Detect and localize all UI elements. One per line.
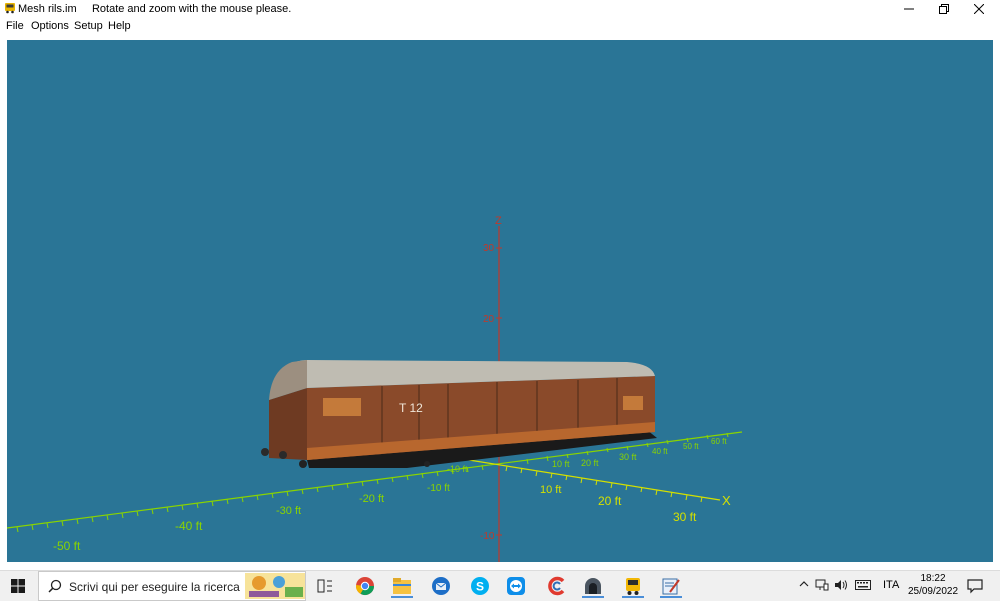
thunderbird-icon — [432, 577, 450, 595]
ccleaner-icon — [548, 576, 565, 596]
volume-icon[interactable] — [834, 579, 848, 591]
grid-tick-label: 50 ft — [683, 442, 699, 451]
z-tick-label: -10 — [480, 531, 495, 542]
minimize-button[interactable] — [892, 0, 926, 18]
clock-time[interactable]: 18:22 — [918, 573, 948, 584]
editor-app-icon — [662, 578, 680, 595]
close-button[interactable] — [962, 0, 996, 18]
x-tick-label: 10 ft — [540, 484, 561, 496]
z-axis-label: Z — [495, 215, 502, 227]
x-tick-label: 20 ft — [598, 494, 622, 508]
taskbar-editor-app[interactable] — [658, 574, 684, 598]
menu-file[interactable]: File — [6, 20, 24, 32]
grid-tick-label: 10 ft — [552, 459, 570, 469]
wagon-buffer — [261, 448, 269, 456]
chevron-up-icon[interactable] — [799, 579, 809, 589]
keyboard-icon[interactable] — [855, 579, 871, 591]
wagon-wheel — [424, 461, 430, 467]
network-icon[interactable] — [815, 579, 829, 591]
svg-text:S: S — [476, 580, 484, 594]
freight-wagon-model[interactable]: T 12 — [261, 360, 657, 468]
notification-icon[interactable] — [967, 578, 983, 594]
wagon-wheel — [299, 460, 307, 468]
3d-viewport[interactable]: Z 30 20 -10 -50 ft -40 ft -30 ft -20 ft … — [7, 40, 993, 562]
window-hint: Rotate and zoom with the mouse please. — [91, 3, 292, 15]
taskbar-bus-app[interactable] — [620, 574, 646, 598]
skype-icon: S — [471, 577, 489, 595]
grid-tick-label: 30 ft — [619, 452, 637, 462]
chrome-icon — [356, 577, 374, 596]
task-view-button[interactable] — [312, 574, 338, 598]
restore-button[interactable] — [927, 0, 961, 18]
grid-tick-label: 20 ft — [581, 458, 599, 468]
active-indicator — [391, 596, 413, 598]
teamviewer-icon — [507, 577, 525, 595]
x-axis-label: X — [722, 493, 731, 508]
wagon-buffer — [279, 451, 287, 459]
menu-help[interactable]: Help — [108, 20, 131, 32]
taskbar-chrome[interactable] — [352, 574, 378, 598]
taskbar-file-explorer[interactable] — [389, 574, 415, 598]
taskbar-thunderbird[interactable] — [428, 574, 454, 598]
taskbar: Scrivi qui per eseguire la ricerca S ITA… — [0, 570, 1000, 601]
bus-app-icon — [626, 578, 640, 595]
clock-date[interactable]: 25/09/2022 — [904, 586, 962, 597]
restore-icon — [939, 4, 949, 14]
active-indicator — [622, 596, 644, 598]
grid-tick-label: 40 ft — [652, 447, 668, 456]
file-explorer-icon — [393, 578, 411, 594]
taskbar-tunnel-app[interactable] — [580, 574, 606, 598]
grid-tick-label: 60 ft — [711, 437, 727, 446]
wagon-marking: T 12 — [399, 401, 423, 415]
wagon-body-end — [269, 388, 307, 460]
search-icon — [48, 579, 62, 593]
y-tick-label: -20 ft — [359, 493, 384, 505]
language-indicator[interactable]: ITA — [883, 579, 899, 591]
title-bar[interactable]: Mesh rils.im Rotate and zoom with the mo… — [0, 0, 1000, 18]
wagon-placard — [323, 398, 361, 416]
x-tick-label: 30 ft — [673, 510, 697, 524]
task-view-icon — [317, 579, 332, 593]
z-tick-label: 30 — [483, 243, 495, 254]
active-indicator — [660, 596, 682, 598]
search-highlight-icon — [245, 573, 305, 599]
minimize-icon — [904, 8, 914, 10]
bus-icon — [5, 3, 15, 14]
wagon-placard — [623, 396, 643, 410]
menu-options[interactable]: Options — [31, 20, 69, 32]
window-title-text: Mesh rils.im — [18, 3, 77, 15]
active-indicator — [582, 596, 604, 598]
y-tick-label: -10 ft — [447, 464, 468, 474]
y-tick-label: -50 ft — [53, 539, 81, 553]
y-tick-label: -30 ft — [276, 505, 301, 517]
menu-setup[interactable]: Setup — [74, 20, 103, 32]
menu-bar: File Options Setup Help — [0, 18, 1000, 35]
taskbar-search[interactable]: Scrivi qui per eseguire la ricerca — [38, 571, 306, 601]
y-tick-label: -10 ft — [427, 483, 450, 494]
z-tick-label: 20 — [483, 314, 495, 325]
start-button[interactable] — [0, 571, 36, 601]
tunnel-app-icon — [585, 578, 601, 594]
taskbar-ccleaner[interactable] — [544, 574, 570, 598]
y-tick-label: -40 ft — [175, 519, 203, 533]
close-icon — [974, 4, 984, 14]
3d-scene[interactable]: Z 30 20 -10 -50 ft -40 ft -30 ft -20 ft … — [7, 40, 993, 562]
windows-icon — [11, 579, 25, 593]
taskbar-teamviewer[interactable] — [503, 574, 529, 598]
taskbar-skype[interactable]: S — [467, 574, 493, 598]
window-title: Mesh rils.im Rotate and zoom with the mo… — [18, 3, 291, 15]
search-placeholder: Scrivi qui per eseguire la ricerca — [69, 580, 240, 594]
